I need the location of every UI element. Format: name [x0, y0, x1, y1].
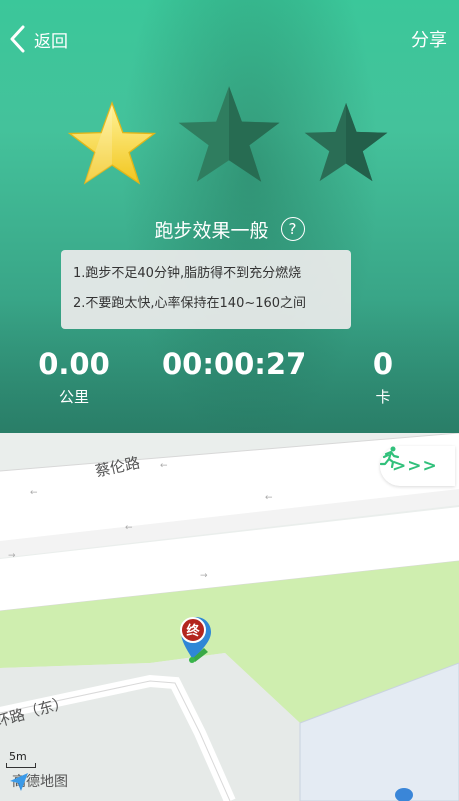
svg-text:←: ← [160, 461, 168, 471]
result-header: 返回 分享 跑步效果一般 ? 1.跑步不足40分钟,脂肪得不到充分燃烧 2.不要… [0, 0, 459, 433]
distance-value: 0.00 [38, 347, 110, 381]
map-scale: 5m [6, 750, 36, 768]
back-button[interactable]: 返回 [8, 22, 68, 56]
question-circle-icon[interactable]: ? [280, 217, 305, 241]
tip-item: 1.跑步不足40分钟,脂肪得不到充分燃烧 [73, 266, 302, 281]
verdict-text: 跑步效果一般 [154, 219, 269, 242]
back-label: 返回 [34, 31, 68, 52]
map-canvas: ← ← ← ← → → [0, 433, 459, 801]
top-bar: 返回 分享 [0, 0, 459, 76]
end-marker-label: 终 [180, 617, 206, 643]
end-point-marker[interactable]: 终 [178, 615, 214, 665]
tips-popup: 1.跑步不足40分钟,脂肪得不到充分燃烧 2.不要跑太快,心率保持在140~16… [61, 250, 351, 329]
calories-unit: 卡 [375, 388, 391, 406]
distance-unit: 公里 [58, 388, 89, 406]
duration-value: 00:00:27 [162, 347, 307, 381]
duration-stat: 00:00:27 [162, 344, 307, 384]
svg-text:←: ← [30, 488, 38, 498]
map-provider-logo: 高德地图 [8, 771, 68, 791]
svg-text:→: → [200, 571, 208, 581]
scale-bar [6, 763, 36, 768]
calories-value: 0 [372, 347, 394, 381]
scale-label: 5m [9, 750, 27, 763]
route-map[interactable]: ← ← ← ← → → 蔡伦路 环路（东） >>> 终 5m 高德地图 [0, 433, 459, 801]
start-run-button[interactable]: >>> [380, 446, 455, 486]
star-filled-icon [67, 100, 157, 185]
calories-stat: 0 卡 [362, 344, 404, 407]
share-button[interactable]: 分享 [411, 26, 447, 52]
location-icon[interactable] [395, 788, 413, 801]
star-empty-icon [304, 102, 388, 182]
verdict-row: 跑步效果一般 ? [0, 212, 459, 246]
distance-stat: 0.00 公里 [38, 344, 110, 407]
chevron-left-icon [8, 25, 26, 53]
svg-text:←: ← [125, 523, 133, 533]
star-empty-icon [178, 86, 280, 182]
svg-text:→: → [8, 551, 16, 561]
tip-item: 2.不要跑太快,心率保持在140~160之间 [73, 296, 307, 311]
svg-text:←: ← [265, 493, 273, 503]
rating-stars [0, 80, 459, 190]
